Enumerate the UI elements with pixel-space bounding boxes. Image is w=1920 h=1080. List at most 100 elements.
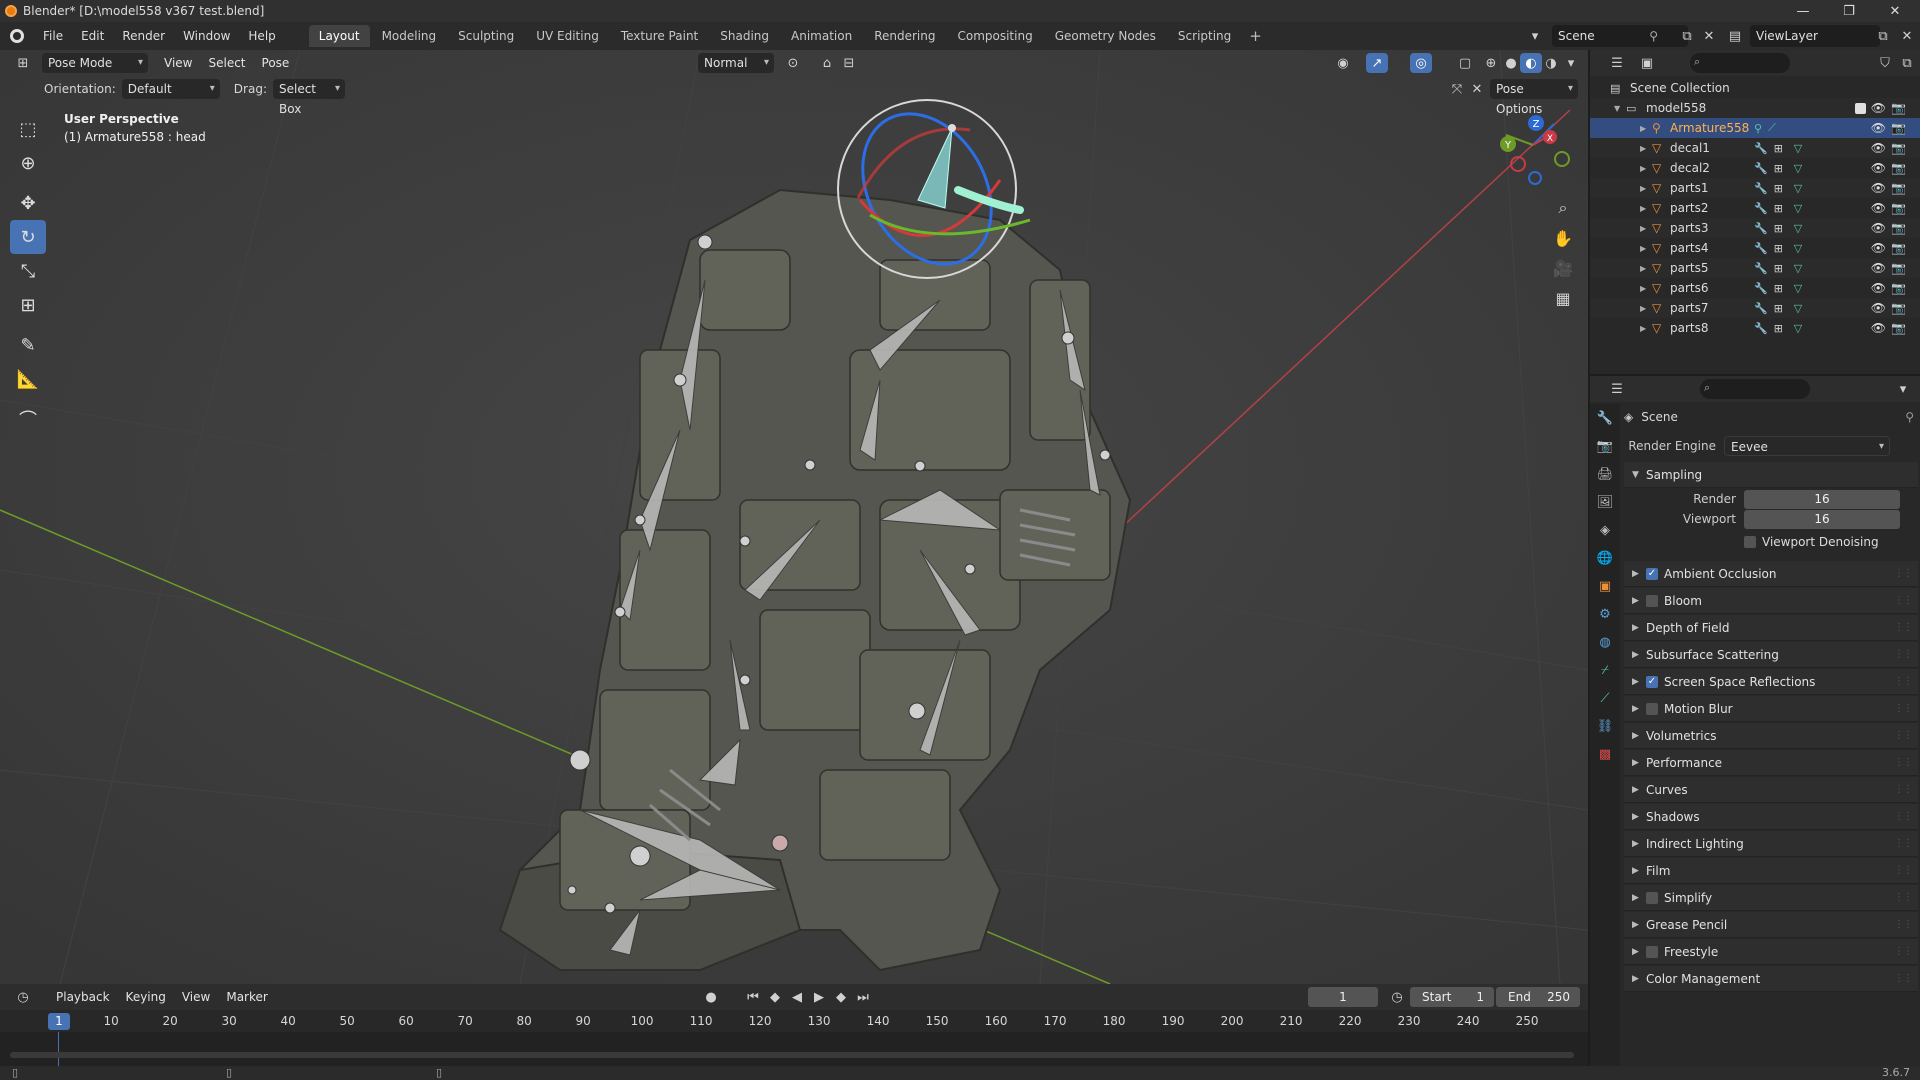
tab-animation[interactable]: Animation bbox=[781, 25, 862, 47]
menu-edit[interactable]: Edit bbox=[72, 24, 113, 48]
outliner-item-parts2[interactable]: ▶ ▽ parts2 🔧 ⊞ ▽ 👁 📷 bbox=[1590, 198, 1920, 218]
drag-dropdown[interactable]: Select Box bbox=[272, 79, 345, 116]
tab-scripting[interactable]: Scripting bbox=[1168, 25, 1241, 47]
preview-range-icon[interactable]: ◷ bbox=[1386, 987, 1408, 1007]
orientation-dropdown[interactable]: Default bbox=[121, 79, 220, 99]
expand-icon[interactable]: ▶ bbox=[1640, 264, 1652, 273]
render-camera-icon[interactable]: 📷 bbox=[1891, 221, 1906, 235]
outliner-item-decal1[interactable]: ▶ ▽ decal1 🔧 ⊞ ▽ 👁 📷 bbox=[1590, 138, 1920, 158]
move-tool-icon[interactable]: ✥ bbox=[10, 186, 46, 220]
visibility-eye-icon[interactable]: 👁 bbox=[1871, 161, 1886, 175]
bone-tab-icon[interactable]: ⟋ bbox=[1590, 684, 1620, 712]
panel-enable-checkbox[interactable]: ✓ bbox=[1646, 675, 1658, 688]
sampling-viewport-field[interactable]: 16 bbox=[1744, 509, 1900, 529]
sampling-render-field[interactable]: 16 bbox=[1744, 489, 1900, 509]
render-engine-dropdown[interactable]: Eevee bbox=[1724, 436, 1890, 457]
gizmo-toggle-icon[interactable]: ↗ bbox=[1366, 53, 1388, 73]
view-layer-icon[interactable]: ▤ bbox=[1724, 26, 1746, 46]
menu-window[interactable]: Window bbox=[174, 24, 239, 48]
filter-icon[interactable]: ⛉ bbox=[1874, 53, 1896, 73]
pan-hand-icon[interactable]: ✋ bbox=[1548, 223, 1578, 253]
snap-icon[interactable]: ⌂ bbox=[816, 53, 838, 73]
physics-tab-icon[interactable]: ◍ bbox=[1590, 628, 1620, 656]
start-frame-field[interactable]: Start 1 bbox=[1410, 987, 1494, 1007]
outliner-item-parts1[interactable]: ▶ ▽ parts1 🔧 ⊞ ▽ 👁 📷 bbox=[1590, 178, 1920, 198]
render-camera-icon[interactable]: 📷 bbox=[1891, 261, 1906, 275]
panel-indirect-lighting[interactable]: ▶ Indirect Lighting ⋮⋮ bbox=[1624, 831, 1918, 857]
menu-timeline-view[interactable]: View bbox=[174, 987, 218, 1007]
drag-grip-icon[interactable]: ⋮⋮ bbox=[1894, 622, 1913, 633]
close-button[interactable]: ✕ bbox=[1872, 0, 1918, 22]
menu-pose[interactable]: Pose bbox=[254, 53, 298, 73]
scene-icon[interactable]: ▾ bbox=[1524, 26, 1546, 46]
drag-grip-icon[interactable]: ⋮⋮ bbox=[1894, 946, 1913, 957]
delete-scene-icon[interactable]: ✕ bbox=[1698, 26, 1720, 46]
panel-shadows[interactable]: ▶ Shadows ⋮⋮ bbox=[1624, 804, 1918, 830]
visibility-eye-icon[interactable]: 👁 bbox=[1871, 261, 1886, 275]
blender-menu-icon[interactable] bbox=[10, 29, 24, 43]
mode-dropdown[interactable]: Pose Mode bbox=[42, 53, 148, 73]
render-camera-icon[interactable]: 📷 bbox=[1891, 241, 1906, 255]
outliner-item-parts8[interactable]: ▶ ▽ parts8 🔧 ⊞ ▽ 👁 📷 bbox=[1590, 318, 1920, 338]
outliner-item-parts6[interactable]: ▶ ▽ parts6 🔧 ⊞ ▽ 👁 📷 bbox=[1590, 278, 1920, 298]
pin-icon[interactable]: ⚲ bbox=[1649, 29, 1658, 43]
armature-data-tab-icon[interactable]: ⌿ bbox=[1590, 656, 1620, 684]
expand-icon[interactable]: ▶ bbox=[1640, 284, 1652, 293]
tab-sculpting[interactable]: Sculpting bbox=[448, 25, 524, 47]
visibility-eye-icon[interactable]: 👁 bbox=[1871, 281, 1886, 295]
visibility-eye-icon[interactable]: 👁 bbox=[1871, 181, 1886, 195]
transform-orientation-dropdown[interactable]: Normal bbox=[698, 53, 774, 73]
maximize-button[interactable]: ❐ bbox=[1826, 0, 1872, 22]
panel-curves[interactable]: ▶ Curves ⋮⋮ bbox=[1624, 777, 1918, 803]
outliner-collection-model558[interactable]: ▼ ▭ model558 👁 📷 bbox=[1590, 98, 1920, 118]
play-icon[interactable]: ▶ bbox=[808, 987, 830, 1007]
overlay-toggle-icon[interactable]: ◎ bbox=[1410, 53, 1432, 73]
visibility-eye-icon[interactable]: 👁 bbox=[1871, 121, 1886, 135]
pose-options-dropdown[interactable]: Pose Options bbox=[1490, 79, 1578, 116]
visibility-eye-icon[interactable]: 👁 bbox=[1871, 221, 1886, 235]
pin-icon[interactable]: ⚲ bbox=[1905, 410, 1914, 424]
drag-grip-icon[interactable]: ⋮⋮ bbox=[1894, 676, 1913, 687]
drag-grip-icon[interactable]: ⋮⋮ bbox=[1894, 568, 1913, 579]
texture-tab-icon[interactable]: ▩ bbox=[1590, 740, 1620, 768]
menu-help[interactable]: Help bbox=[239, 24, 284, 48]
expand-icon[interactable]: ▶ bbox=[1640, 304, 1652, 313]
render-camera-icon[interactable]: 📷 bbox=[1891, 121, 1906, 135]
tab-shading[interactable]: Shading bbox=[710, 25, 779, 47]
expand-icon[interactable]: ▶ bbox=[1640, 224, 1652, 233]
timeline-scrollbar[interactable] bbox=[10, 1052, 1574, 1058]
current-frame-indicator[interactable]: 1 bbox=[48, 1013, 70, 1030]
view-layer-selector[interactable]: ViewLayer bbox=[1750, 25, 1880, 47]
exclude-checkbox[interactable] bbox=[1855, 102, 1866, 114]
menu-keying[interactable]: Keying bbox=[118, 987, 174, 1007]
viewport-denoising-checkbox[interactable] bbox=[1744, 536, 1756, 548]
panel-performance[interactable]: ▶ Performance ⋮⋮ bbox=[1624, 750, 1918, 776]
zoom-icon[interactable]: ⌕ bbox=[1548, 193, 1578, 223]
tab-layout[interactable]: Layout bbox=[308, 25, 370, 47]
outliner-item-decal2[interactable]: ▶ ▽ decal2 🔧 ⊞ ▽ 👁 📷 bbox=[1590, 158, 1920, 178]
panel-subsurface-scattering[interactable]: ▶ Subsurface Scattering ⋮⋮ bbox=[1624, 642, 1918, 668]
outliner-editor-type-icon[interactable]: ☰ bbox=[1606, 53, 1628, 73]
panel-enable-checkbox[interactable] bbox=[1646, 891, 1658, 904]
panel-motion-blur[interactable]: ▶ Motion Blur ⋮⋮ bbox=[1624, 696, 1918, 722]
drag-grip-icon[interactable]: ⋮⋮ bbox=[1894, 838, 1913, 849]
expand-icon[interactable]: ▶ bbox=[1640, 324, 1652, 333]
solid-shading-icon[interactable]: ● bbox=[1500, 53, 1522, 73]
drag-grip-icon[interactable]: ⋮⋮ bbox=[1894, 973, 1913, 984]
add-workspace-button[interactable]: + bbox=[1241, 27, 1270, 45]
outliner-search-input[interactable]: ⌕ bbox=[1690, 53, 1790, 73]
cursor-tool-icon[interactable]: ⊕ bbox=[10, 146, 46, 180]
timeline-editor-type-icon[interactable]: ◷ bbox=[12, 987, 34, 1007]
scene-selector[interactable]: Scene ⚲ bbox=[1552, 25, 1688, 47]
drag-grip-icon[interactable]: ⋮⋮ bbox=[1894, 703, 1913, 714]
menu-playback[interactable]: Playback bbox=[48, 987, 118, 1007]
x-mirror-icon[interactable]: ✕ bbox=[1466, 79, 1488, 99]
object-tab-icon[interactable]: ▣ bbox=[1590, 572, 1620, 600]
drag-grip-icon[interactable]: ⋮⋮ bbox=[1894, 919, 1913, 930]
world-tab-icon[interactable]: 🌐 bbox=[1590, 544, 1620, 572]
xray-icon[interactable]: ▢ bbox=[1454, 53, 1476, 73]
outliner-item-parts5[interactable]: ▶ ▽ parts5 🔧 ⊞ ▽ 👁 📷 bbox=[1590, 258, 1920, 278]
rendered-shading-icon[interactable]: ◑ bbox=[1540, 53, 1562, 73]
mirror-icon[interactable]: ⤧ bbox=[1446, 79, 1468, 99]
visibility-eye-icon[interactable]: 👁 bbox=[1871, 321, 1886, 335]
